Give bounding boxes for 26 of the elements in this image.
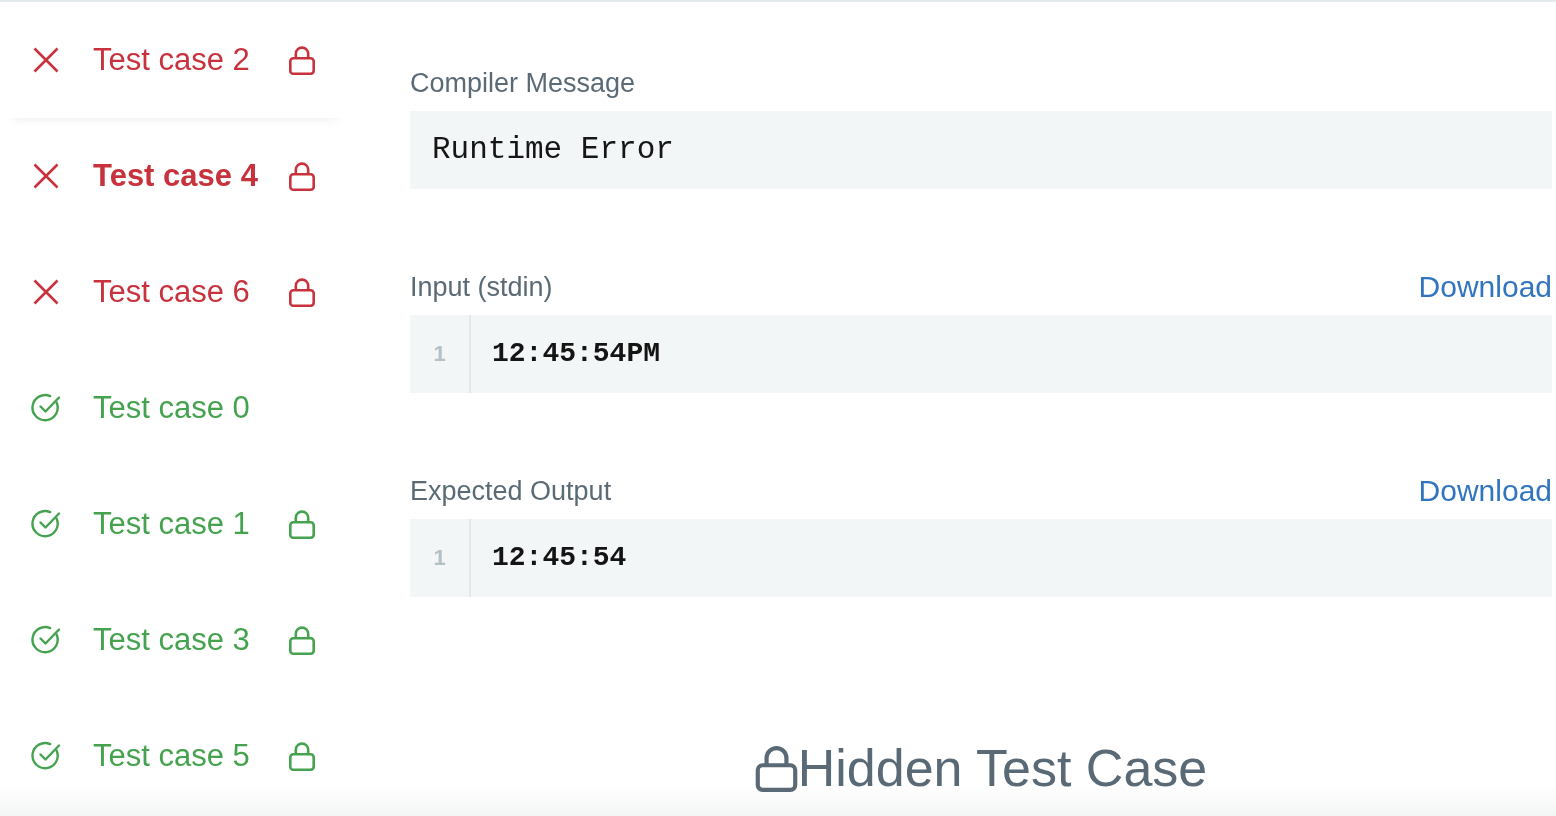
line-number: 1 (433, 547, 446, 569)
test-case-tab[interactable]: Test case 2 (0, 2, 350, 118)
download-link[interactable]: Download (1418, 474, 1552, 508)
check-circle-icon (31, 625, 61, 655)
test-case-tab[interactable]: Test case 0 (0, 350, 350, 466)
test-case-tab[interactable]: Test case 5 (0, 698, 350, 814)
test-case-tab[interactable]: Test case 1 (0, 466, 350, 582)
cross-icon (33, 279, 59, 305)
cross-icon (33, 47, 59, 73)
cross-icon (33, 163, 59, 189)
code-line: 12:45:54PM (492, 338, 661, 370)
hidden-test-case-heading: Hidden Test Case (797, 738, 1208, 799)
line-number: 1 (433, 343, 446, 365)
code-line: 12:45:54 (492, 542, 627, 574)
download-link[interactable]: Download (1418, 270, 1552, 304)
check-circle-icon (31, 741, 61, 771)
test-case-tab[interactable]: Test case 4 (0, 118, 350, 234)
section-title: Expected Output (410, 475, 612, 508)
section-title: Compiler Message (410, 67, 636, 100)
lock-icon (754, 744, 798, 792)
compiler-message-output: Runtime Error (410, 111, 1552, 189)
check-circle-icon (31, 393, 61, 423)
section-title: Input (stdin) (410, 271, 553, 304)
test-case-tab[interactable]: Test case 3 (0, 582, 350, 698)
test-case-tab[interactable]: Test case 6 (0, 234, 350, 350)
check-circle-icon (31, 509, 61, 539)
